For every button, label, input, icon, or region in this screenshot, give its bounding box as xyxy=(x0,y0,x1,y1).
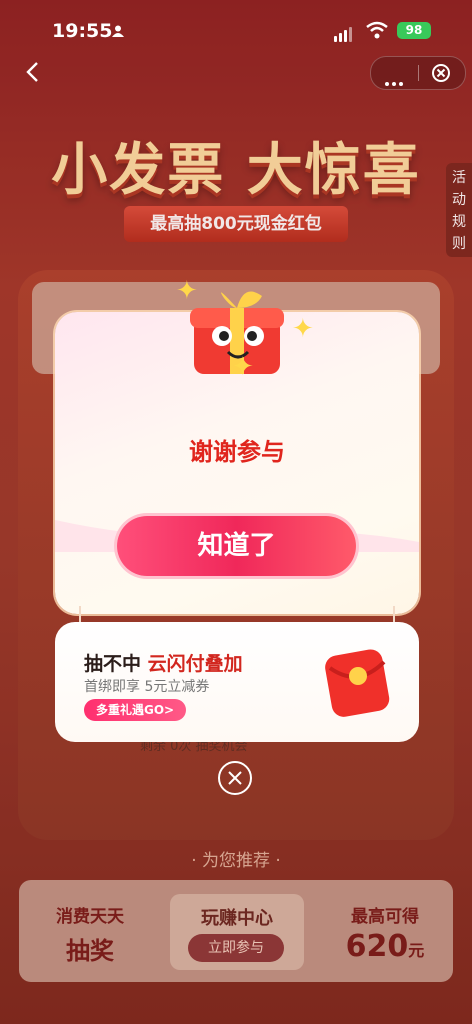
more-options-icon[interactable] xyxy=(385,71,406,90)
battery-indicator: 98 xyxy=(397,22,431,39)
signal-icon xyxy=(334,23,354,42)
close-miniprogram-icon[interactable] xyxy=(431,63,451,83)
mini-program-capsule xyxy=(370,56,466,90)
wifi-icon xyxy=(366,21,388,39)
promo-subtitle: 首绑即享 5元立减券 xyxy=(84,679,210,695)
back-arrow-icon[interactable] xyxy=(22,60,46,84)
promo-title: 抽不中 云闪付叠加 xyxy=(84,649,243,676)
promo-title-highlight: 云闪付叠加 xyxy=(147,653,243,675)
red-packet-icon xyxy=(325,649,390,717)
got-it-button[interactable]: 知道了 xyxy=(117,516,356,576)
sparkle-icon: ✦ xyxy=(232,352,254,382)
close-dialog-icon[interactable] xyxy=(217,760,253,796)
lottery-result-text: 谢谢参与 xyxy=(189,438,285,466)
status-time: 19:55 xyxy=(52,20,113,42)
sparkle-icon: ✦ xyxy=(292,314,314,344)
capsule-divider xyxy=(418,65,419,81)
sparkle-icon: ✦ xyxy=(176,276,198,306)
person-icon xyxy=(112,25,124,37)
promo-go-button[interactable]: 多重礼遇GO> xyxy=(84,699,187,721)
promo-title-prefix: 抽不中 xyxy=(84,653,142,675)
